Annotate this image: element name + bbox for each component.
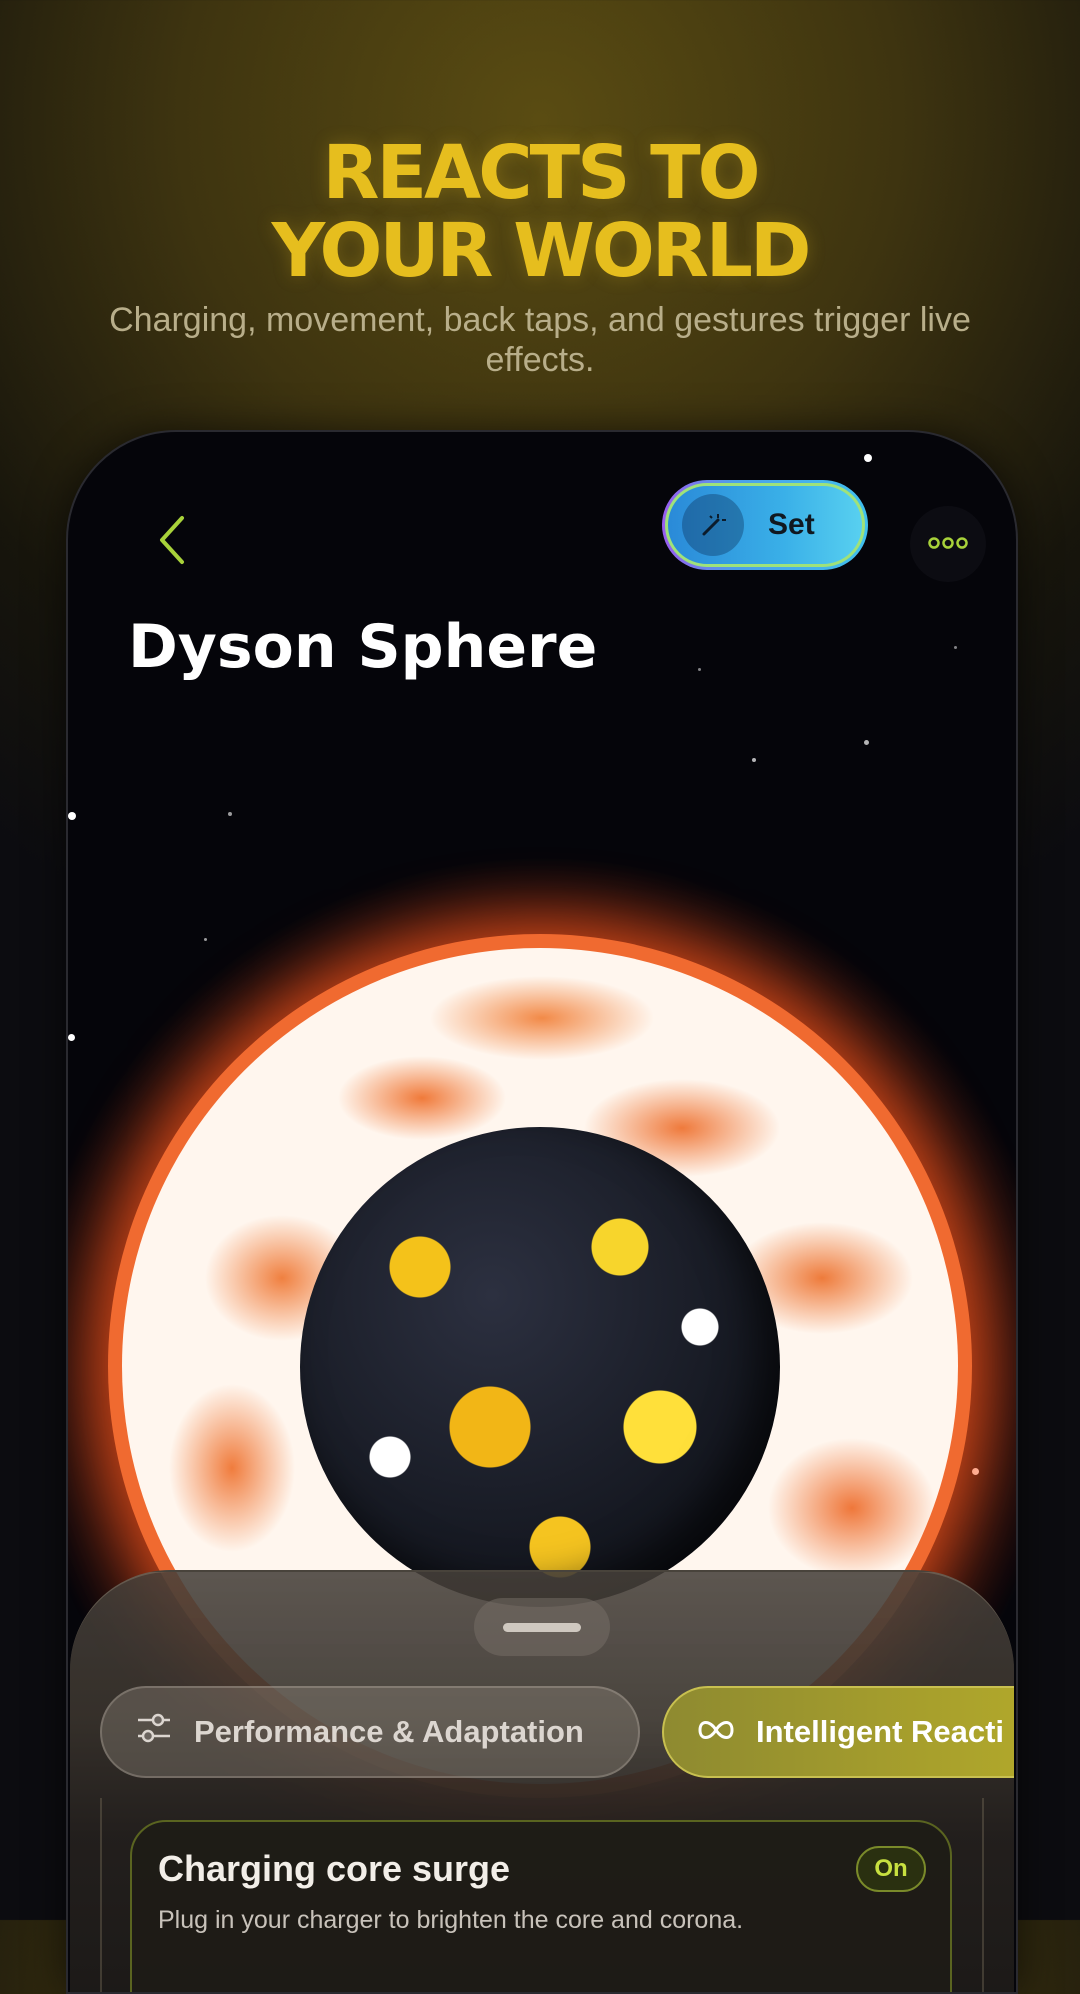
tab-intelligent-reactions[interactable]: Intelligent Reacti	[662, 1686, 1014, 1778]
star	[864, 454, 872, 462]
back-button[interactable]	[132, 502, 212, 582]
promo-headline-line2: YOUR WORLD	[271, 208, 812, 294]
promo-headline-line1: REACTS TO	[322, 130, 760, 216]
feature-status-toggle[interactable]: On	[856, 1846, 926, 1892]
bottom-sheet: Performance & Adaptation Intelligent Rea…	[70, 1570, 1014, 1992]
magic-wand-icon	[682, 494, 744, 556]
more-options-button[interactable]	[910, 506, 986, 582]
set-wallpaper-button[interactable]: Set	[662, 480, 868, 570]
star	[204, 938, 207, 941]
star	[68, 1034, 75, 1041]
star	[864, 740, 869, 745]
sheet-drag-handle[interactable]	[474, 1598, 610, 1656]
star	[68, 812, 76, 820]
tab-label: Intelligent Reacti	[756, 1714, 1005, 1749]
phone-mockup: Set Dyson Sphere Performance & Adaptatio…	[66, 430, 1018, 1994]
star	[698, 668, 701, 671]
infinity-icon	[696, 1714, 736, 1750]
chevron-left-icon	[154, 514, 190, 570]
star	[228, 812, 232, 816]
set-button-label: Set	[768, 508, 815, 541]
feature-card-charging-core-surge[interactable]: Charging core surge Plug in your charger…	[130, 1820, 952, 1992]
more-horizontal-icon	[928, 535, 968, 554]
sliders-icon	[134, 1708, 174, 1756]
promo-subtitle: Charging, movement, back taps, and gestu…	[109, 301, 971, 379]
dyson-sphere-image	[300, 1127, 780, 1607]
tab-label: Performance & Adaptation	[194, 1714, 584, 1749]
drag-handle-bar	[503, 1622, 581, 1632]
star	[954, 646, 957, 649]
feature-description: Plug in your charger to brighten the cor…	[158, 1906, 744, 1934]
wallpaper-title: Dyson Sphere	[128, 612, 598, 682]
star	[752, 758, 756, 762]
feature-title: Charging core surge	[158, 1848, 511, 1889]
tab-performance-adaptation[interactable]: Performance & Adaptation	[100, 1686, 640, 1778]
